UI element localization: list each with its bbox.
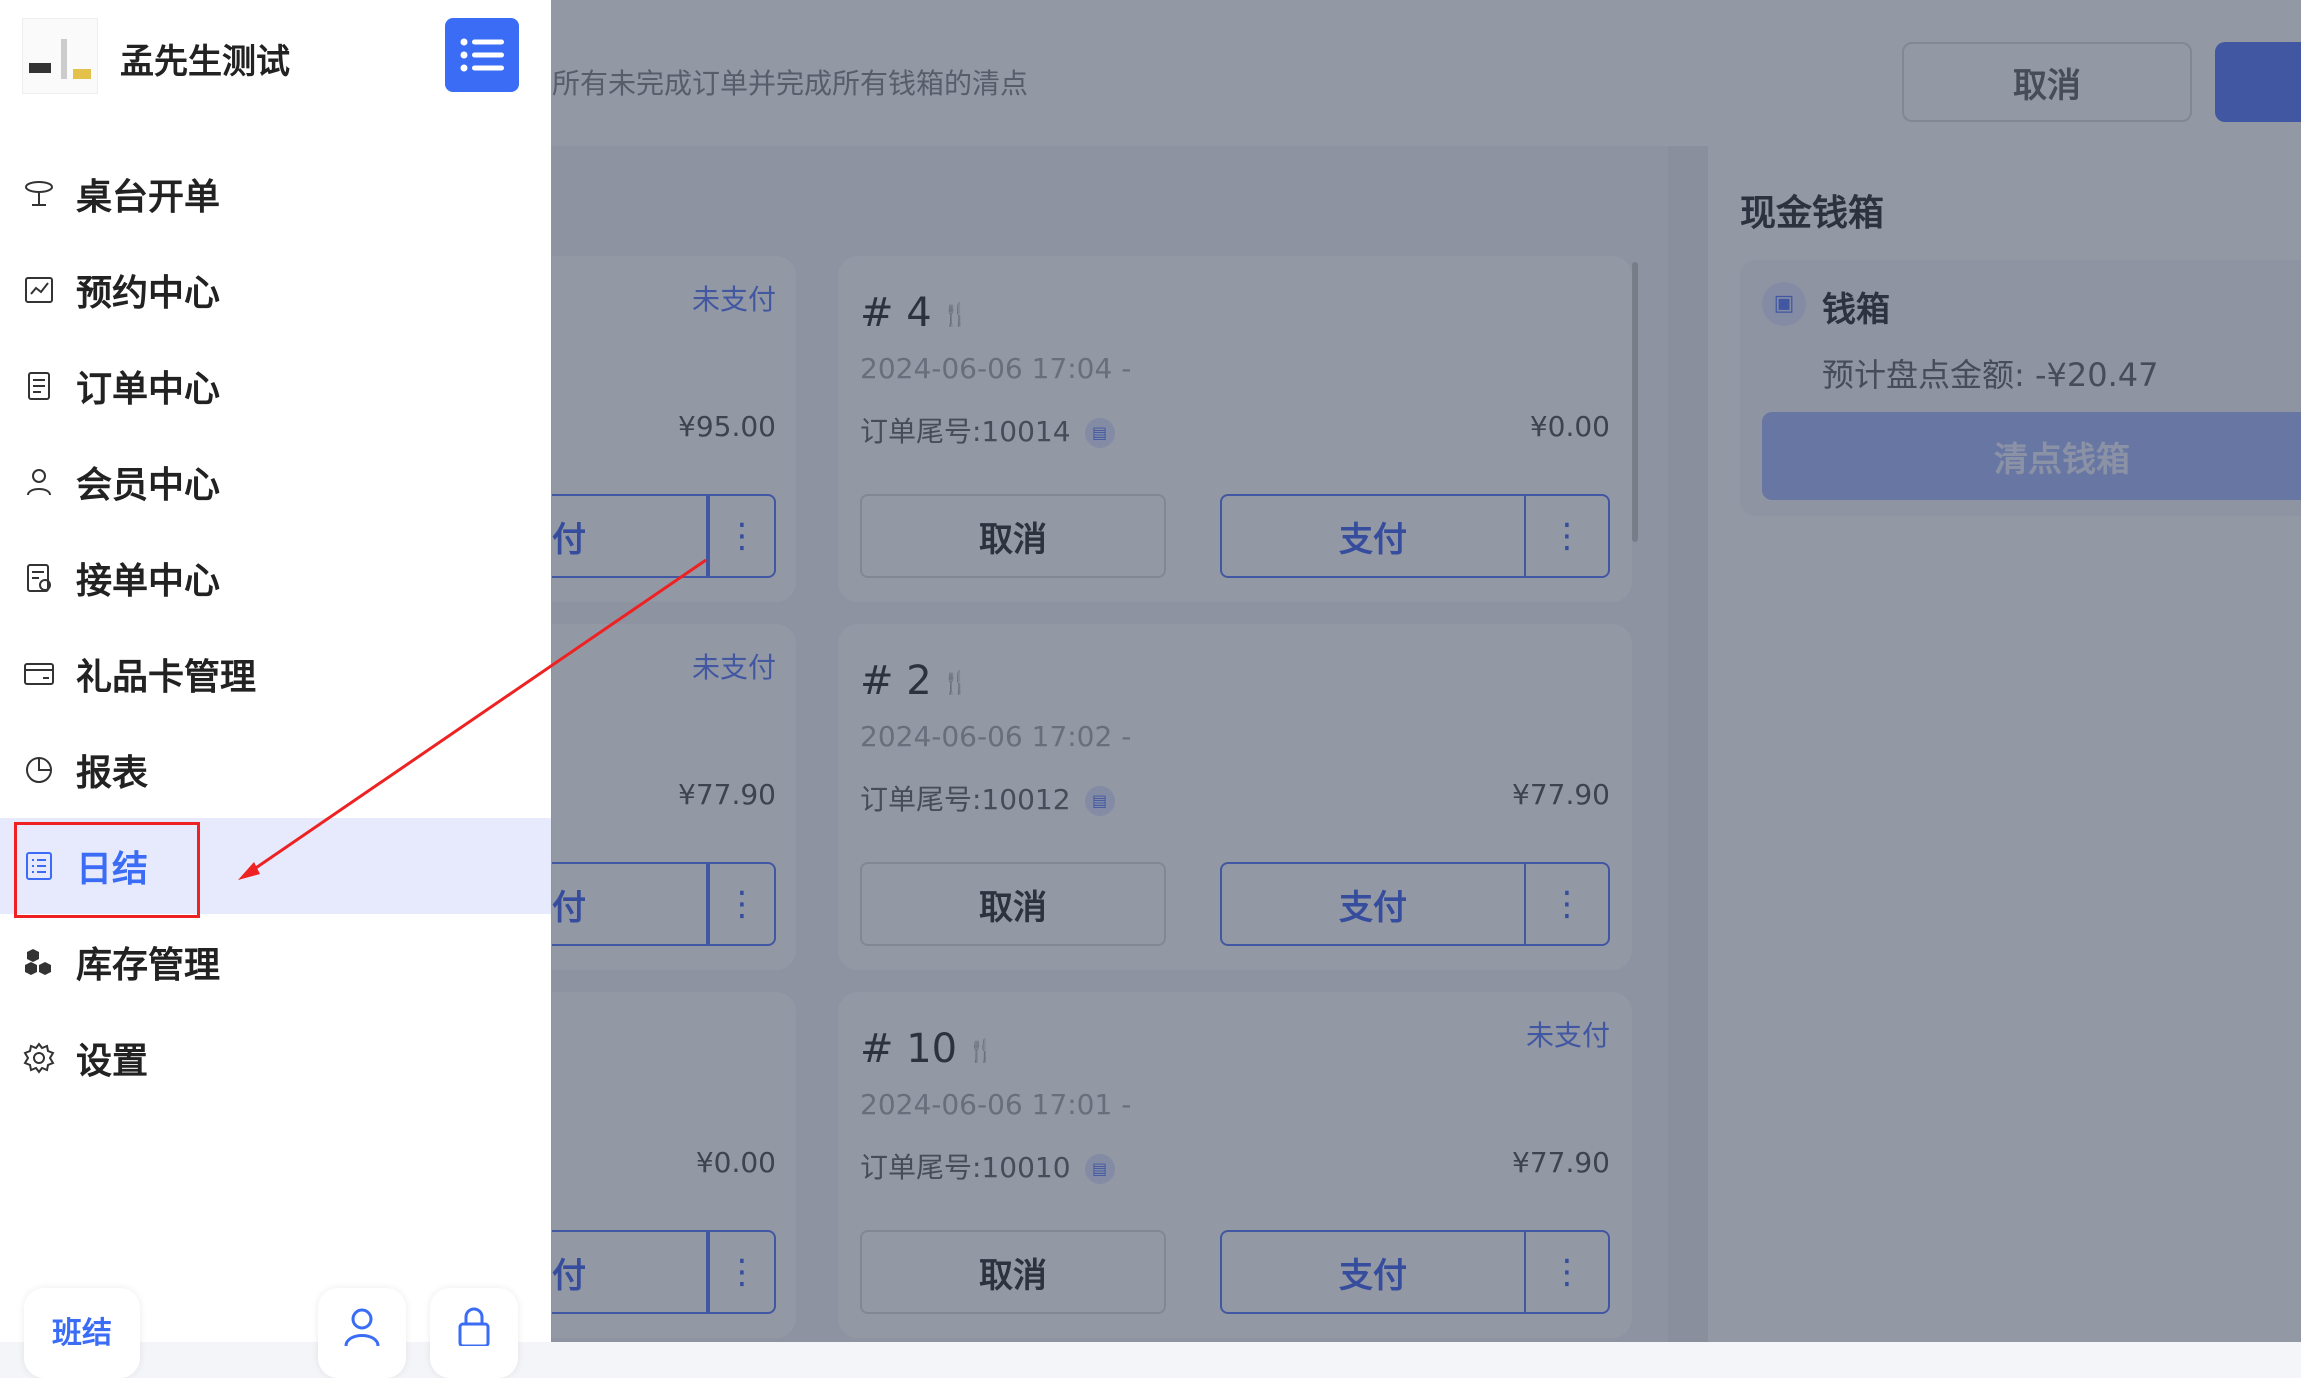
sidebar-item-label: 报表: [76, 753, 149, 794]
sidebar-item-accept-orders[interactable]: 接单中心: [0, 530, 551, 626]
reservation-icon: [22, 273, 56, 307]
sidebar-item-label: 接单中心: [76, 561, 221, 602]
lock-icon: [458, 1307, 490, 1346]
sidebar-item-label: 桌台开单: [76, 177, 221, 218]
lock-button[interactable]: [430, 1288, 518, 1378]
gift-card-icon: [22, 657, 56, 691]
settings-icon: [22, 1041, 56, 1075]
accept-order-icon: [22, 561, 56, 595]
sidebar: 孟先生测试 桌台开单 预约中心 订单中心 会员中心 接单中心 礼品卡管理 报表 …: [0, 0, 551, 1378]
sidebar-item-label: 会员中心: [76, 465, 221, 506]
highlight-box: [14, 822, 200, 918]
store-logo: [22, 18, 98, 94]
report-icon: [22, 753, 56, 787]
sidebar-item-label: 设置: [76, 1041, 149, 1082]
sidebar-item-report[interactable]: 报表: [0, 722, 551, 818]
sidebar-item-label: 预约中心: [76, 273, 221, 314]
sidebar-item-label: 订单中心: [76, 369, 221, 410]
sidebar-item-gift-card[interactable]: 礼品卡管理: [0, 626, 551, 722]
user-icon: [344, 1308, 380, 1346]
sidebar-item-settings[interactable]: 设置: [0, 1010, 551, 1106]
sidebar-item-inventory[interactable]: 库存管理: [0, 914, 551, 1010]
sidebar-item-label: 礼品卡管理: [76, 657, 257, 698]
shift-close-button[interactable]: 班结: [24, 1288, 140, 1378]
sidebar-item-table[interactable]: 桌台开单: [0, 146, 551, 242]
list-icon: [460, 38, 504, 72]
user-button[interactable]: [318, 1288, 406, 1378]
sidebar-item-members[interactable]: 会员中心: [0, 434, 551, 530]
menu-toggle-button[interactable]: [445, 18, 519, 92]
table-icon: [22, 177, 56, 211]
member-icon: [22, 465, 56, 499]
store-name: 孟先生测试: [120, 42, 290, 82]
order-icon: [22, 369, 56, 403]
inventory-icon: [22, 945, 56, 979]
sidebar-item-reservation[interactable]: 预约中心: [0, 242, 551, 338]
sidebar-item-orders[interactable]: 订单中心: [0, 338, 551, 434]
sidebar-item-label: 库存管理: [76, 945, 221, 986]
